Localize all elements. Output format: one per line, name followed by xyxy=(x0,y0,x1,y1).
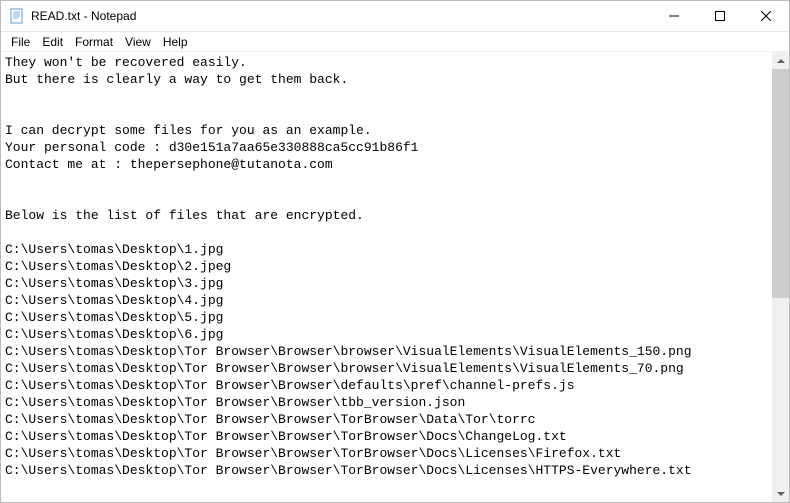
menubar: File Edit Format View Help xyxy=(1,32,789,52)
vertical-scrollbar[interactable] xyxy=(772,52,789,502)
window-title: READ.txt - Notepad xyxy=(31,9,651,23)
close-button[interactable] xyxy=(743,1,789,31)
scroll-thumb[interactable] xyxy=(772,69,789,298)
menu-edit[interactable]: Edit xyxy=(36,34,69,50)
scroll-down-arrow[interactable] xyxy=(772,485,789,502)
notepad-icon xyxy=(9,8,25,24)
menu-view[interactable]: View xyxy=(119,34,157,50)
scroll-up-arrow[interactable] xyxy=(772,52,789,69)
minimize-button[interactable] xyxy=(651,1,697,31)
menu-help[interactable]: Help xyxy=(157,34,194,50)
titlebar[interactable]: READ.txt - Notepad xyxy=(1,1,789,32)
scroll-track[interactable] xyxy=(772,69,789,485)
window-controls xyxy=(651,1,789,31)
text-editor[interactable]: They won't be recovered easily. But ther… xyxy=(1,52,789,502)
menu-file[interactable]: File xyxy=(5,34,36,50)
content-area: They won't be recovered easily. But ther… xyxy=(1,52,789,502)
maximize-button[interactable] xyxy=(697,1,743,31)
menu-format[interactable]: Format xyxy=(69,34,119,50)
